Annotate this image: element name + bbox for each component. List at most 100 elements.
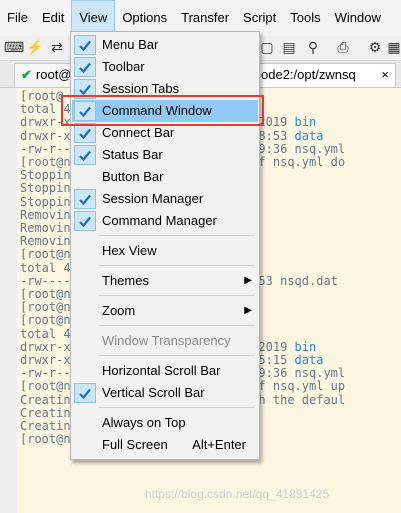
terminal-text: data: [294, 353, 324, 367]
menu-item-label: Horizontal Scroll Bar: [102, 363, 221, 378]
menu-item-label: Toolbar: [102, 59, 145, 74]
menu-item-gutter: [74, 241, 96, 261]
terminal-text: drwxr-x: [20, 128, 71, 143]
menu-item-label: Vertical Scroll Bar: [102, 385, 205, 400]
terminal-text: [root@n: [20, 313, 71, 328]
menu-separator: [99, 355, 255, 356]
terminal-text: [root@n: [20, 247, 71, 262]
menu-item-gutter: [74, 271, 96, 291]
menu-separator: [99, 265, 255, 266]
menu-item-hex-view[interactable]: Hex View: [72, 240, 258, 262]
terminal-text: Stoppin: [20, 168, 71, 183]
menu-item-gutter: [74, 167, 96, 187]
menu-item-command-manager[interactable]: Command Manager: [72, 210, 258, 232]
watermark: https://blog.csdn.net/qq_41891425: [145, 487, 330, 501]
close-icon[interactable]: ×: [381, 64, 389, 86]
terminal-text: Creatin: [20, 405, 71, 420]
terminal-text: [root@n: [20, 155, 71, 169]
menu-item-menu-bar[interactable]: Menu Bar: [72, 34, 258, 56]
terminal-text: Creatin: [20, 419, 71, 433]
menu-item-gutter: [74, 435, 96, 455]
terminal-text: Removin: [20, 207, 71, 222]
terminal-text: Stoppin: [20, 194, 71, 209]
terminal-text: Stoppin: [20, 181, 71, 196]
menu-window[interactable]: Window: [328, 0, 388, 36]
terminal-text: drwxr-x: [20, 339, 71, 354]
checkmark-icon: [74, 145, 96, 165]
checkmark-icon: [74, 57, 96, 77]
checkmark-icon: [74, 189, 96, 209]
menu-item-horizontal-scroll-bar[interactable]: Horizontal Scroll Bar: [72, 360, 258, 382]
clipboard-icon[interactable]: ▤: [280, 38, 298, 56]
menu-tools[interactable]: Tools: [283, 0, 327, 36]
menu-item-label: Themes: [102, 273, 149, 288]
menu-item-window-transparency: Window Transparency: [72, 330, 258, 352]
gear-icon[interactable]: ⚙: [366, 38, 384, 56]
checkmark-icon: [74, 35, 96, 55]
terminal-text: [root@n: [20, 300, 71, 315]
paste-icon[interactable]: ▢: [258, 38, 276, 56]
lightning-icon[interactable]: ⚡: [26, 38, 44, 56]
terminal-text: [root@n: [20, 287, 71, 301]
menu-item-themes[interactable]: Themes ▶: [72, 270, 258, 292]
connect-icon[interactable]: ⌨: [4, 38, 24, 56]
menu-item-gutter: [74, 331, 96, 351]
menu-item-label: Window Transparency: [102, 333, 231, 348]
terminal-text: Creatin: [20, 392, 71, 407]
menu-item-label: Button Bar: [102, 169, 164, 184]
menu-item-always-on-top[interactable]: Always on Top: [72, 412, 258, 434]
menu-item-label: Full Screen: [102, 437, 168, 452]
terminal-text: [root@n: [20, 379, 71, 394]
menu-item-label: Command Manager: [102, 213, 217, 228]
terminal-text: -rw-r--: [20, 141, 71, 156]
menu-item-session-manager[interactable]: Session Manager: [72, 188, 258, 210]
checkmark-icon: [74, 211, 96, 231]
terminal-text: [root@: [20, 89, 64, 103]
menu-item-label: Menu Bar: [102, 37, 159, 52]
terminal-text: bin: [294, 339, 317, 354]
terminal-text: -rw-r--: [20, 366, 71, 381]
print-icon[interactable]: ⎙: [334, 38, 352, 56]
checkmark-icon: [74, 123, 96, 143]
menu-item-label: Hex View: [102, 243, 157, 258]
terminal-line: [root@n: [20, 433, 71, 446]
check-icon: ✔: [21, 67, 32, 82]
submenu-arrow-icon: ▶: [244, 275, 252, 286]
tab-session-1[interactable]: ✔ root@: [14, 63, 74, 87]
checkmark-icon: [74, 383, 96, 403]
menu-separator: [99, 295, 255, 296]
menu-separator: [99, 407, 255, 408]
menu-item-label: Status Bar: [102, 147, 163, 162]
menu-separator: [99, 235, 255, 236]
menu-edit[interactable]: Edit: [35, 0, 71, 36]
keymap-icon[interactable]: ▦: [385, 38, 401, 56]
menu-item-full-screen[interactable]: Full Screen Alt+Enter: [72, 434, 258, 456]
menu-item-gutter: [74, 413, 96, 433]
terminal-text: data: [294, 128, 324, 143]
menu-item-label: Session Manager: [102, 191, 204, 206]
menu-item-label: Zoom: [102, 303, 136, 318]
menu-item-status-bar[interactable]: Status Bar: [72, 144, 258, 166]
menu-separator: [99, 325, 255, 326]
menu-item-toolbar[interactable]: Toolbar: [72, 56, 258, 78]
terminal-text: drwxr-x: [20, 353, 71, 367]
find-icon[interactable]: ⚲: [304, 38, 322, 56]
tab-session-2[interactable]: ode2:/opt/zwnsq ×: [256, 63, 396, 87]
reconnect-icon[interactable]: ⇄: [48, 38, 66, 56]
menu-item-gutter: [74, 361, 96, 381]
annotation-highlight-box: [61, 95, 264, 126]
terminal-gutter: [0, 88, 18, 513]
terminal-text: Removin: [20, 234, 71, 249]
terminal-text: Removin: [20, 221, 71, 235]
menu-item-label: Always on Top: [102, 415, 186, 430]
menu-item-gutter: [74, 301, 96, 321]
menu-item-zoom[interactable]: Zoom ▶: [72, 300, 258, 322]
terminal-text: total 4: [20, 326, 71, 341]
menu-item-vertical-scroll-bar[interactable]: Vertical Scroll Bar: [72, 382, 258, 404]
menu-item-button-bar[interactable]: Button Bar: [72, 166, 258, 188]
terminal-text: [root@n: [20, 432, 71, 447]
terminal-text: -rw----: [20, 273, 71, 288]
menu-file[interactable]: File: [0, 0, 35, 36]
menu-item-shortcut: Alt+Enter: [192, 437, 246, 452]
submenu-arrow-icon: ▶: [244, 305, 252, 316]
